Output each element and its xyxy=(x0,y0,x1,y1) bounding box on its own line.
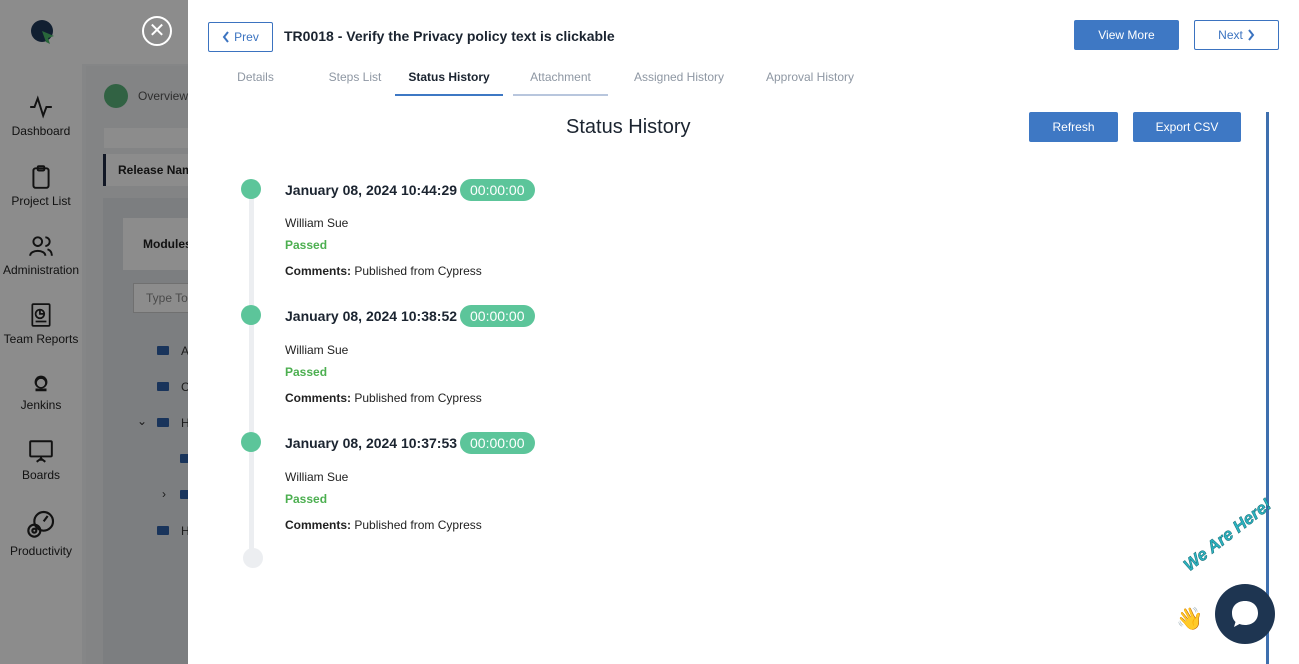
comment-label: Comments: xyxy=(285,391,352,405)
comment-text: Published from Cypress xyxy=(354,391,482,405)
tab-approval-history[interactable]: Approval History xyxy=(751,62,869,96)
view-more-button[interactable]: View More xyxy=(1074,20,1179,50)
entry-user: William Sue xyxy=(285,470,349,484)
chevron-right-icon xyxy=(1248,29,1255,41)
timeline-end-dot xyxy=(243,548,263,568)
entry-comment: Comments: Published from Cypress xyxy=(285,518,482,532)
status-badge: Passed xyxy=(285,492,328,506)
tab-details[interactable]: Details xyxy=(208,62,303,96)
page-title: TR0018 - Verify the Privacy policy text … xyxy=(284,28,615,44)
scroll-divider xyxy=(1266,112,1269,664)
tab-bar: Details Steps List Status History Attach… xyxy=(208,62,869,98)
entry-comment: Comments: Published from Cypress xyxy=(285,264,482,278)
tab-assigned-history[interactable]: Assigned History xyxy=(619,62,739,96)
next-button[interactable]: Next xyxy=(1194,20,1279,50)
entry-date: January 08, 2024 10:44:29 xyxy=(285,182,458,198)
close-icon[interactable]: ✕ xyxy=(142,16,172,46)
comment-text: Published from Cypress xyxy=(354,264,482,278)
status-badge: Passed xyxy=(285,365,328,379)
wave-hand-icon: 👋 xyxy=(1176,606,1204,631)
timeline-dot xyxy=(241,305,261,325)
refresh-button[interactable]: Refresh xyxy=(1029,112,1118,142)
entry-user: William Sue xyxy=(285,343,349,357)
duration-badge: 00:00:00 xyxy=(460,432,535,454)
comment-text: Published from Cypress xyxy=(354,518,482,532)
timeline-dot xyxy=(241,432,261,452)
status-badge: Passed xyxy=(285,238,328,252)
section-title: Status History xyxy=(566,116,691,138)
entry-date: January 08, 2024 10:37:53 xyxy=(285,435,458,451)
timeline-dot xyxy=(241,179,261,199)
timeline-line xyxy=(249,190,254,560)
export-csv-button[interactable]: Export CSV xyxy=(1133,112,1241,142)
tab-status-history[interactable]: Status History xyxy=(395,62,503,96)
entry-date: January 08, 2024 10:38:52 xyxy=(285,308,458,324)
tab-steps-list[interactable]: Steps List xyxy=(315,62,395,96)
entry-user: William Sue xyxy=(285,216,349,230)
tab-attachment[interactable]: Attachment xyxy=(513,62,608,96)
status-history-modal: Prev TR0018 - Verify the Privacy policy … xyxy=(188,0,1299,664)
duration-badge: 00:00:00 xyxy=(460,179,535,201)
chat-button[interactable] xyxy=(1215,584,1275,644)
chat-bubble-icon xyxy=(1232,601,1258,627)
comment-label: Comments: xyxy=(285,264,352,278)
prev-button[interactable]: Prev xyxy=(208,22,273,52)
next-label: Next xyxy=(1218,28,1243,42)
chevron-left-icon xyxy=(222,31,229,43)
duration-badge: 00:00:00 xyxy=(460,305,535,327)
entry-comment: Comments: Published from Cypress xyxy=(285,391,482,405)
prev-label: Prev xyxy=(234,30,259,44)
comment-label: Comments: xyxy=(285,518,352,532)
